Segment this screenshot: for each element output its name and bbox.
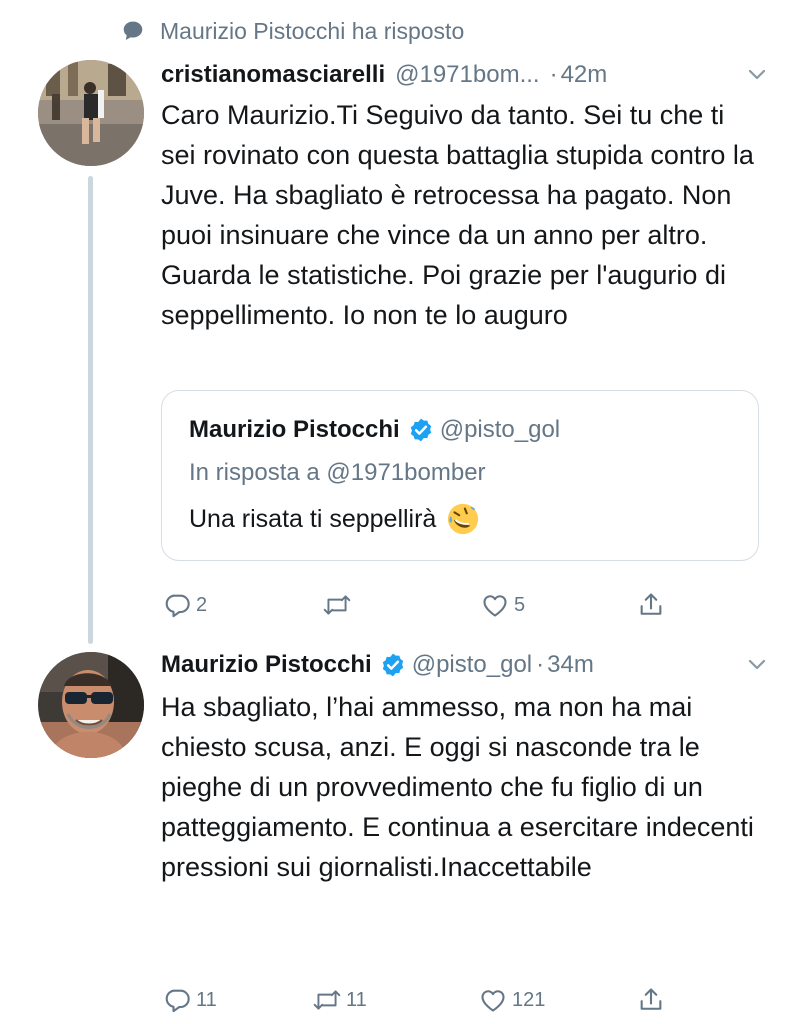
heart-icon — [478, 985, 508, 1015]
retweet-count: 11 — [346, 988, 367, 1011]
reply-button[interactable]: 11 — [162, 984, 217, 1016]
tweet-actions: 11 11 121 — [162, 984, 682, 1016]
retweet-icon — [322, 590, 352, 620]
tweet-timestamp[interactable]: 34m — [547, 651, 594, 679]
reply-icon — [162, 985, 192, 1015]
author-handle[interactable]: @1971bom... — [395, 61, 539, 89]
tweet-actions: 2 5 — [162, 589, 682, 621]
tweet-header: Maurizio Pistocchi @pisto_gol · 34m — [161, 648, 769, 682]
share-icon — [636, 985, 666, 1015]
like-button[interactable]: 121 — [478, 984, 545, 1016]
quoted-author-handle: @pisto_gol — [439, 416, 561, 443]
quoted-text-content: Una risata ti seppellirà — [189, 504, 437, 533]
tweet-timestamp[interactable]: 42m — [561, 61, 608, 89]
author-name[interactable]: cristianomasciarelli — [161, 61, 385, 89]
author-handle[interactable]: @pisto_gol — [412, 651, 532, 679]
share-button[interactable] — [636, 589, 666, 621]
rolling-on-floor-laughing-emoji-icon — [446, 502, 480, 536]
reply-count: 11 — [196, 988, 217, 1011]
avatar-maurizio-pistocchi[interactable] — [38, 652, 144, 758]
quoted-author-name: Maurizio Pistocchi — [189, 416, 400, 443]
reply-icon — [162, 590, 192, 620]
share-icon — [636, 590, 666, 620]
avatar-cristianomasciarelli[interactable] — [38, 60, 144, 166]
separator-dot: · — [536, 651, 545, 678]
tweet-text: Ha sbagliato, l’hai ammesso, ma non ha m… — [161, 692, 754, 882]
social-context-text: Maurizio Pistocchi ha risposto — [160, 17, 465, 44]
tweet-header: cristianomasciarelli @1971bom... · 42m — [161, 58, 769, 92]
verified-badge-icon — [408, 417, 434, 443]
like-count: 5 — [514, 593, 526, 616]
retweet-button[interactable]: 11 — [312, 984, 367, 1016]
quoted-tweet-text: Una risata ti seppellirà — [189, 502, 480, 536]
tweet-text: Caro Maurizio.Ti Seguivo da tanto. Sei t… — [161, 100, 754, 330]
thread-connector-line — [88, 176, 93, 644]
separator-dot: · — [549, 61, 558, 88]
retweet-icon — [312, 985, 342, 1015]
quoted-tweet-header: Maurizio Pistocchi @pisto_gol — [189, 413, 560, 447]
like-button[interactable]: 5 — [480, 589, 525, 621]
quoted-tweet-card[interactable]: Maurizio Pistocchi @pisto_gol In rispost… — [161, 390, 759, 561]
like-count: 121 — [512, 988, 546, 1011]
retweet-button[interactable] — [322, 589, 356, 621]
social-context: Maurizio Pistocchi ha risposto — [120, 14, 464, 48]
quoted-reply-context: In risposta a @1971bomber — [189, 459, 486, 486]
reply-count: 2 — [196, 593, 208, 616]
share-button[interactable] — [636, 984, 666, 1016]
verified-badge-icon — [380, 652, 406, 678]
chevron-down-icon[interactable] — [745, 63, 769, 87]
author-name[interactable]: Maurizio Pistocchi — [161, 651, 372, 679]
chevron-down-icon[interactable] — [745, 653, 769, 677]
reply-button[interactable]: 2 — [162, 589, 207, 621]
speech-bubble-icon — [120, 18, 146, 44]
heart-icon — [480, 590, 510, 620]
